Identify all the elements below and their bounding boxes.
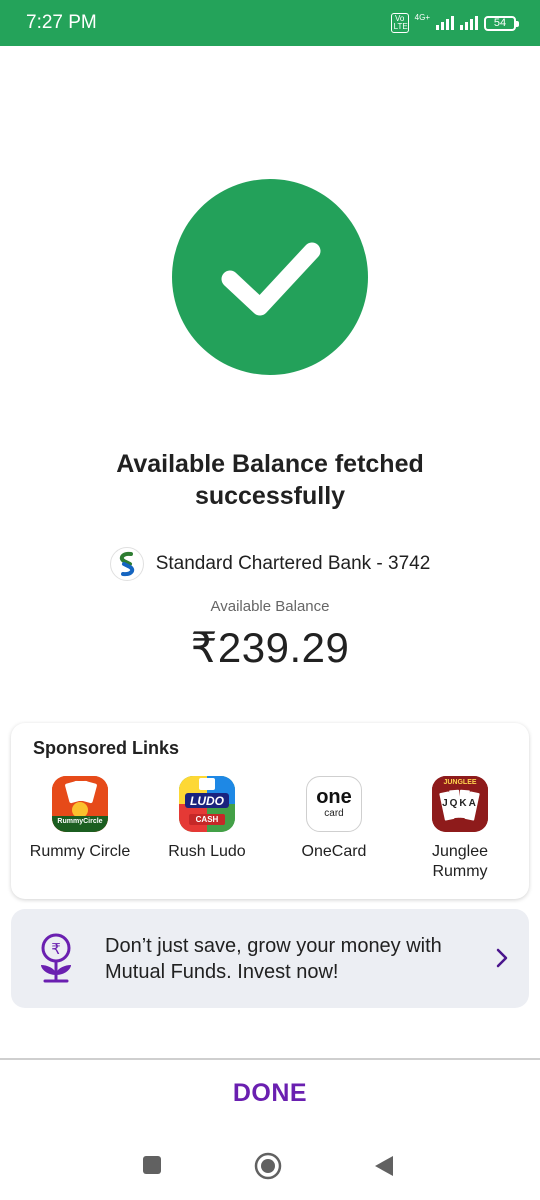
system-navigation-bar <box>0 1132 540 1200</box>
app-label: Rush Ludo <box>168 843 246 860</box>
chevron-right-icon <box>495 947 509 974</box>
app-onecard[interactable]: one card OneCard <box>271 776 397 862</box>
status-bar: 7:27 PM Vo LTE 4G+ 54 <box>0 0 540 46</box>
home-circle-icon[interactable] <box>254 1152 282 1185</box>
mutual-funds-banner[interactable]: ₹ Don’t just save, grow your money with … <box>11 909 529 1008</box>
onecard-icon-text: one <box>316 786 352 808</box>
rupee-plant-icon: ₹ <box>35 933 77 990</box>
balance-label: Available Balance <box>210 598 330 615</box>
signal-icon-2 <box>460 16 478 30</box>
done-button[interactable]: DONE <box>0 1079 540 1108</box>
app-label: OneCard <box>301 843 367 860</box>
page-title: Available Balance fetched successfully <box>116 450 424 510</box>
rush-ludo-icon-subtext: CASH <box>195 815 219 824</box>
network-type: 4G+ <box>414 13 430 22</box>
rummy-circle-icon-text: RummyCircle <box>57 818 103 825</box>
recents-square-icon[interactable] <box>141 1154 163 1181</box>
signal-icon <box>436 16 454 30</box>
onecard-icon: one card <box>306 776 362 832</box>
rush-ludo-icon-text: LUDO <box>190 794 224 808</box>
app-label: Rummy Circle <box>29 843 131 860</box>
onecard-icon-subtext: card <box>324 808 344 819</box>
balance-value: ₹239.29 <box>190 624 350 671</box>
status-time: 7:27 PM <box>26 12 97 33</box>
app-label: Junglee Rummy <box>431 843 489 880</box>
app-junglee-rummy[interactable]: JUNGLEE JQKA Junglee Rummy <box>397 776 523 882</box>
success-check-icon <box>172 179 368 375</box>
rush-ludo-icon: LUDO CASH <box>179 776 235 832</box>
bank-account-name: Standard Chartered Bank - 3742 <box>155 553 431 574</box>
svg-text:₹: ₹ <box>51 940 61 958</box>
status-icons: Vo LTE 4G+ 54 <box>390 13 519 33</box>
app-rummy-circle[interactable]: RummyCircle Rummy Circle <box>17 776 143 862</box>
junglee-rummy-icon-text: JUNGLEE <box>443 779 477 786</box>
sponsored-heading: Sponsored Links <box>33 738 180 758</box>
rummy-circle-icon: RummyCircle <box>52 776 108 832</box>
volte-icon: Vo LTE <box>390 13 409 33</box>
standard-chartered-logo-icon <box>109 547 144 581</box>
footer-divider <box>0 1058 540 1060</box>
bank-account-row: Standard Chartered Bank - 3742 <box>0 546 540 582</box>
junglee-rummy-icon: JUNGLEE JQKA <box>432 776 488 832</box>
junglee-rummy-icon-cards: JQKA <box>442 798 478 809</box>
sponsored-links-card: Sponsored Links RummyCircle Rummy Circle <box>11 723 529 899</box>
app-rush-ludo[interactable]: LUDO CASH Rush Ludo <box>144 776 270 862</box>
back-triangle-icon[interactable] <box>373 1154 395 1183</box>
mutual-funds-text: Don’t just save, grow your money with Mu… <box>105 935 442 983</box>
battery-icon: 54 <box>484 15 519 31</box>
